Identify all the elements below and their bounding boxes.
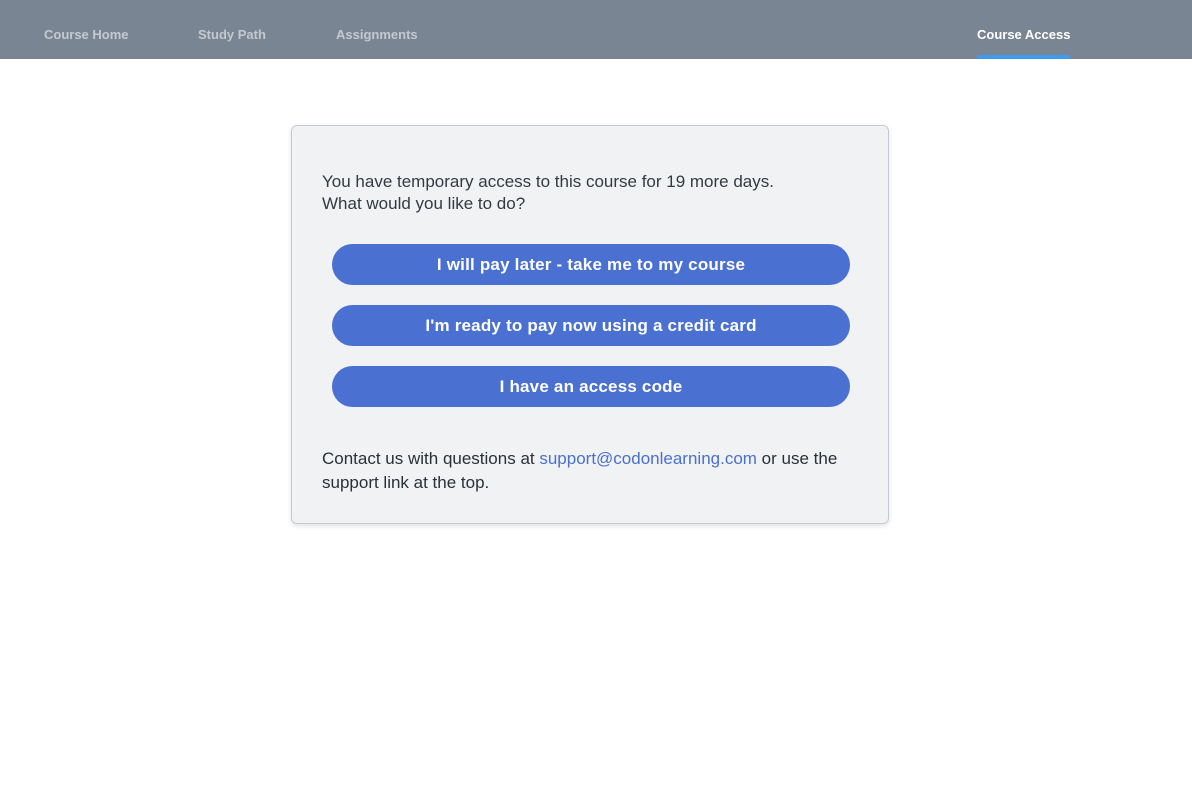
access-question-text: What would you like to do? [322,194,526,213]
access-message: You have temporary access to this course… [322,171,774,215]
support-email-link[interactable]: support@codonlearning.com [539,449,757,468]
access-days-remaining-text: You have temporary access to this course… [322,172,774,191]
tab-course-home[interactable]: Course Home [44,0,129,59]
top-navigation-bar: Course Home Study Path Assignments Cours… [0,0,1192,59]
course-access-card: You have temporary access to this course… [291,125,889,524]
tab-study-path[interactable]: Study Path [198,0,266,59]
tab-assignments[interactable]: Assignments [336,0,418,59]
access-code-button[interactable]: I have an access code [332,366,850,407]
contact-support-text: Contact us with questions at support@cod… [322,447,862,495]
tab-course-access[interactable]: Course Access [977,0,1071,59]
pay-now-credit-card-button[interactable]: I'm ready to pay now using a credit card [332,305,850,346]
pay-later-button[interactable]: I will pay later - take me to my course [332,244,850,285]
contact-prefix: Contact us with questions at [322,449,540,468]
